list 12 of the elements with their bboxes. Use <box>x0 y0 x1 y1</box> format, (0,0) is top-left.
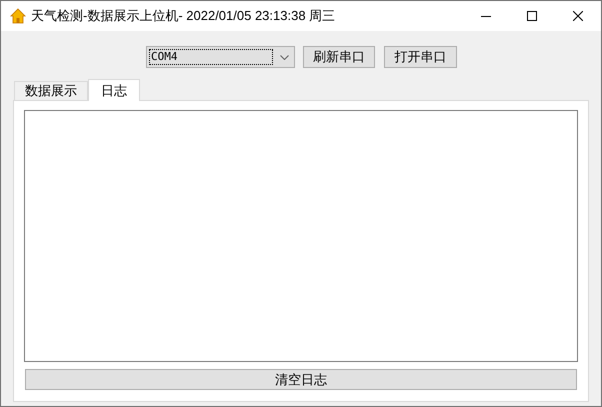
tab[interactable]: 日志 <box>88 79 140 101</box>
clear-log-button[interactable]: 清空日志 <box>25 369 577 390</box>
close-icon <box>573 11 583 21</box>
maximize-icon <box>527 11 537 21</box>
serial-port-button[interactable]: 刷新串口 <box>303 46 375 68</box>
port-dropdown[interactable]: COM4 <box>146 46 295 68</box>
house-icon <box>10 8 26 24</box>
serial-port-button[interactable]: 打开串口 <box>384 46 457 68</box>
tab[interactable]: 数据展示 <box>14 81 88 100</box>
port-value: COM4 <box>149 49 273 65</box>
window-title: 天气检测-数据展示上位机- 2022/01/05 23:13:38 周三 <box>31 7 336 26</box>
chevron-down-icon <box>280 54 289 60</box>
